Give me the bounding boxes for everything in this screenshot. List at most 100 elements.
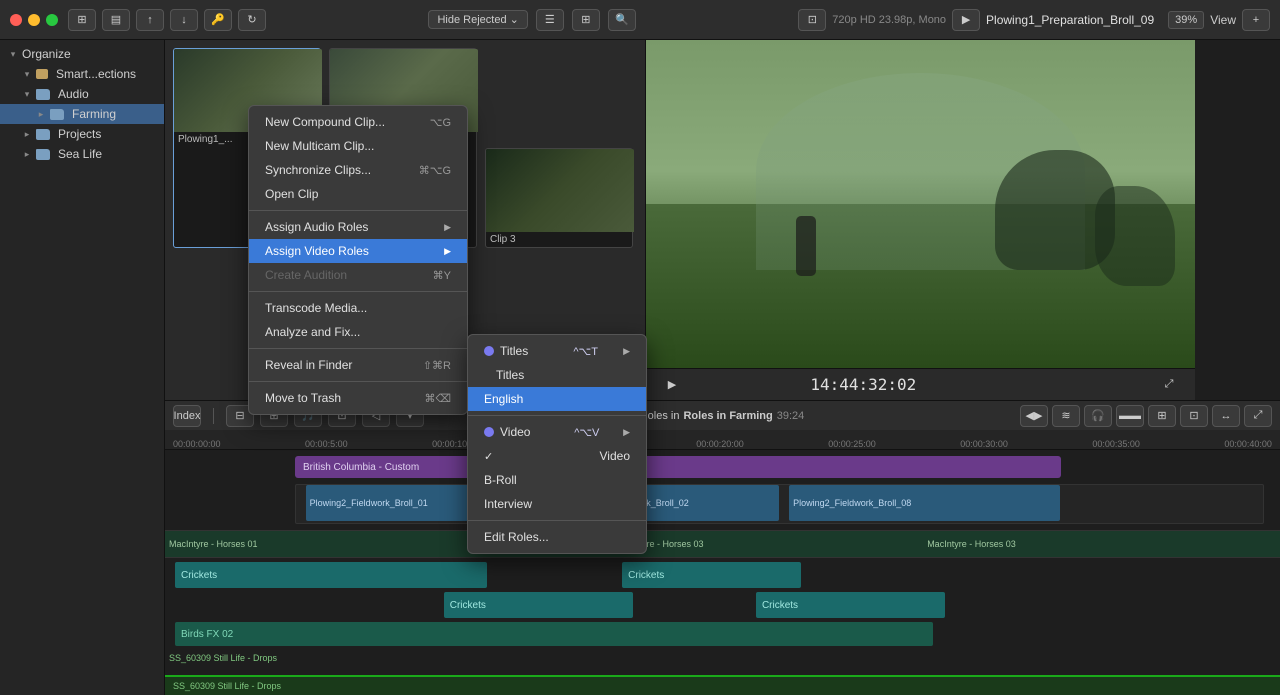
track-british-columbia[interactable]: British Columbia - Custom xyxy=(295,456,1264,478)
track-crickets-3[interactable]: Crickets xyxy=(444,592,634,618)
sidebar-item-label: Smart...ections xyxy=(56,67,136,81)
monitor-icon[interactable]: ⊡ xyxy=(798,9,826,31)
track-birds-fx[interactable]: Birds FX 02 xyxy=(175,622,933,646)
timeline-icon-1[interactable]: ◀▶ xyxy=(1020,405,1048,427)
preview-scene xyxy=(646,40,1195,368)
sidebar-section-organize: ▾ Organize ▾ Smart...ections ▾ Audio ▸ F… xyxy=(0,40,164,168)
sync-icon[interactable]: ↻ xyxy=(238,9,266,31)
download-icon[interactable]: ↓ xyxy=(170,9,198,31)
submenu-b-roll[interactable]: B-Roll xyxy=(468,468,646,492)
key-icon[interactable]: 🔑 xyxy=(204,9,232,31)
share-icon[interactable]: ↑ xyxy=(136,9,164,31)
timeline-icon-6[interactable]: ⊡ xyxy=(1180,405,1208,427)
sidebar: ▾ Organize ▾ Smart...ections ▾ Audio ▸ F… xyxy=(0,40,165,695)
birds-fx-row: Birds FX 02 xyxy=(165,622,1280,646)
titles-color-dot xyxy=(484,346,494,356)
timeline-icon-4[interactable]: ▬▬ xyxy=(1116,405,1144,427)
list-view-icon[interactable]: ☰ xyxy=(536,9,564,31)
menu-transcode-media[interactable]: Transcode Media... xyxy=(249,296,467,320)
menu-assign-audio-roles[interactable]: Assign Audio Roles xyxy=(249,215,467,239)
disclosure-arrow: ▾ xyxy=(22,89,32,99)
sidebar-item-sea-life[interactable]: ▸ Sea Life xyxy=(0,144,164,164)
preview-video xyxy=(646,40,1195,368)
view-menu[interactable]: View xyxy=(1210,13,1236,27)
top-bar-right: ⊡ 720p HD 23.98p, Mono ▶ Plowing1_Prepar… xyxy=(798,9,1270,31)
minimize-button[interactable] xyxy=(28,14,40,26)
context-menu: New Compound Clip... ⌥G New Multicam Cli… xyxy=(248,105,468,415)
menu-new-multicam-clip[interactable]: New Multicam Clip... xyxy=(249,134,467,158)
track-horses-3[interactable]: MacIntyre - Horses 03 xyxy=(923,531,1246,557)
submenu-sep-1 xyxy=(468,415,646,416)
submenu-interview[interactable]: Interview xyxy=(468,492,646,516)
folder-icon xyxy=(50,109,64,120)
disclosure-arrow: ▸ xyxy=(22,129,32,139)
disclosure-arrow: ▾ xyxy=(22,69,32,79)
track-crickets-1[interactable]: Crickets xyxy=(175,562,487,588)
hide-rejected-btn[interactable]: Hide Rejected ⌄ xyxy=(428,10,527,29)
submenu-titles-child[interactable]: Titles xyxy=(468,363,646,387)
sidebar-item-smart-collections[interactable]: ▾ Smart...ections xyxy=(0,64,164,84)
search-icon[interactable]: 🔍 xyxy=(608,9,636,31)
library-icon[interactable]: ⊞ xyxy=(68,9,96,31)
menu-open-clip[interactable]: Open Clip xyxy=(249,182,467,206)
add-panel-icon[interactable]: + xyxy=(1242,9,1270,31)
sidebar-item-farming[interactable]: ▸ Farming xyxy=(0,104,164,124)
sidebar-item-organize[interactable]: ▾ Organize xyxy=(0,44,164,64)
format-icon[interactable]: ▶ xyxy=(952,9,980,31)
menu-assign-video-roles[interactable]: Assign Video Roles Titles ^⌥T Titles Eng… xyxy=(249,239,467,263)
timeline-area: Index ⊟ ⊞ 🎵 ⊡ ◁ ▾ Roles in Roles in Farm… xyxy=(165,400,1280,695)
chevron-icon: ⌄ xyxy=(510,13,519,26)
clip-thumb-3[interactable]: Clip 3 xyxy=(485,148,633,248)
timeline-icon-5[interactable]: ⊞ xyxy=(1148,405,1176,427)
timeline-duration: 39:24 xyxy=(777,410,805,422)
grid-view-icon[interactable]: ⊞ xyxy=(572,9,600,31)
sidebar-item-projects[interactable]: ▸ Projects xyxy=(0,124,164,144)
index-btn[interactable]: Index xyxy=(173,405,201,427)
track-horses-2[interactable]: MacIntyre - Horses 03 xyxy=(611,531,923,557)
crickets-label-1: Crickets xyxy=(181,570,217,581)
timeline-icon-2[interactable]: ≋ xyxy=(1052,405,1080,427)
menu-reveal-in-finder[interactable]: Reveal in Finder ⇧⌘R xyxy=(249,353,467,377)
folder-icon xyxy=(36,129,50,140)
zoom-level[interactable]: 39% xyxy=(1168,11,1204,29)
timeline-icon-7[interactable]: ↔ xyxy=(1212,405,1240,427)
disclosure-arrow: ▸ xyxy=(36,109,46,119)
separator-3 xyxy=(249,348,467,349)
menu-create-audition[interactable]: Create Audition ⌘Y xyxy=(249,263,467,287)
clip-image-3 xyxy=(486,149,634,232)
menu-new-compound-clip[interactable]: New Compound Clip... ⌥G xyxy=(249,110,467,134)
submenu-video-parent[interactable]: Video ^⌥V xyxy=(468,420,646,444)
sidebar-item-audio[interactable]: ▾ Audio xyxy=(0,84,164,104)
play-icon[interactable]: ▶ xyxy=(658,374,686,396)
fullscreen-preview-icon[interactable]: ⤢ xyxy=(1155,374,1183,396)
submenu-english[interactable]: English xyxy=(468,387,646,411)
video-color-dot xyxy=(484,427,494,437)
disclosure-arrow: ▸ xyxy=(22,149,32,159)
crickets-label-2: Crickets xyxy=(628,570,664,581)
crickets-row-2: Crickets Crickets xyxy=(165,592,1280,618)
track-crickets-2[interactable]: Crickets xyxy=(622,562,800,588)
timeline-icon-8[interactable]: ⤢ xyxy=(1244,405,1272,427)
submenu-edit-roles[interactable]: Edit Roles... xyxy=(468,525,646,549)
timeline-ruler: 00:00:00:00 00:00:5:00 00:00:10:00 00:00… xyxy=(165,430,1280,450)
submenu-video-checked[interactable]: Video xyxy=(468,444,646,468)
track-broll-3[interactable]: Plowing2_Fieldwork_Broll_08 xyxy=(789,485,1060,521)
menu-move-to-trash[interactable]: Move to Trash ⌘⌫ xyxy=(249,386,467,410)
drops-label: SS_60309 Still Life - Drops xyxy=(165,651,281,665)
traffic-lights xyxy=(10,14,58,26)
clip-appearance-icon[interactable]: ▤ xyxy=(102,9,130,31)
timeline-icon-3[interactable]: 🎧 xyxy=(1084,405,1112,427)
submenu-titles-parent[interactable]: Titles ^⌥T xyxy=(468,339,646,363)
fullscreen-button[interactable] xyxy=(46,14,58,26)
drops-track-bar[interactable]: SS_60309 Still Life - Drops xyxy=(165,675,1280,695)
menu-synchronize-clips[interactable]: Synchronize Clips... ⌘⌥G xyxy=(249,158,467,182)
close-button[interactable] xyxy=(10,14,22,26)
preview-area: ▶ 14:44:32:02 ⤢ xyxy=(645,40,1195,400)
sidebar-item-label: Organize xyxy=(22,47,71,61)
menu-analyze-fix[interactable]: Analyze and Fix... xyxy=(249,320,467,344)
track-crickets-4[interactable]: Crickets xyxy=(756,592,946,618)
top-bar: ⊞ ▤ ↑ ↓ 🔑 ↻ Hide Rejected ⌄ ☰ ⊞ 🔍 ⊡ 720p… xyxy=(0,0,1280,40)
separator-4 xyxy=(249,381,467,382)
smart-folder-icon xyxy=(36,69,48,79)
separator-1 xyxy=(249,210,467,211)
